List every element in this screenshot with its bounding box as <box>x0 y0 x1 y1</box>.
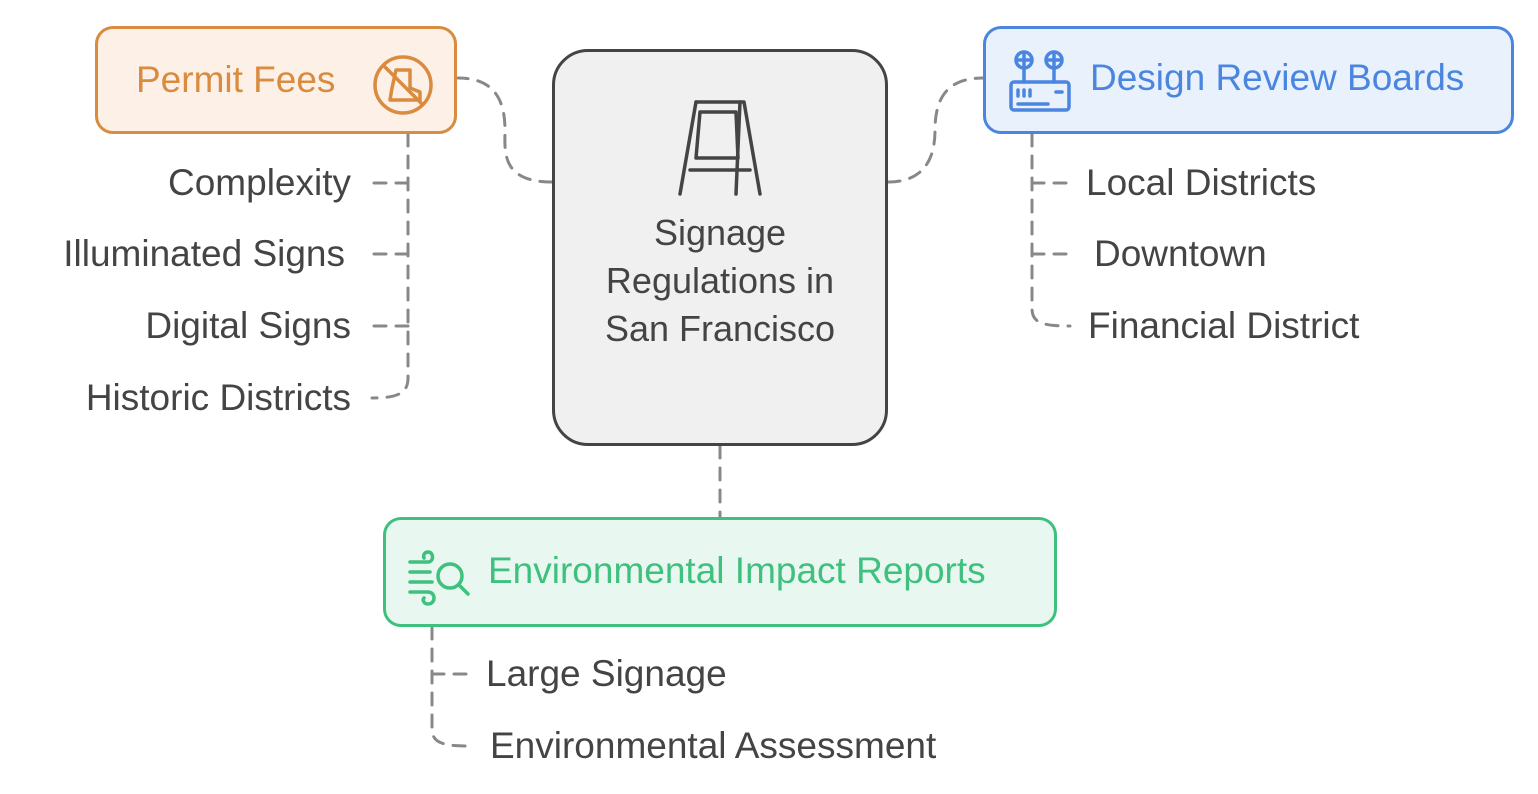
leaf-local-districts: Local Districts <box>1086 162 1317 203</box>
control-board-icon <box>1008 50 1072 119</box>
connector-env-spine <box>430 625 472 748</box>
connector-center-design <box>886 76 985 184</box>
a-frame-sign-icon <box>678 98 762 201</box>
no-boot-icon <box>372 54 434 121</box>
center-node: Signage Regulations in San Francisco <box>552 49 888 446</box>
connector-permit-spine <box>370 132 410 400</box>
wind-search-icon <box>406 542 472 611</box>
leaf-environmental-assessment: Environmental Assessment <box>490 725 937 766</box>
permit-fees-label: Permit Fees <box>136 59 336 100</box>
environmental-node: Environmental Impact Reports <box>383 517 1057 627</box>
leaf-large-signage: Large Signage <box>486 653 727 694</box>
leaf-illuminated-signs: Illuminated Signs <box>63 233 345 274</box>
leaf-complexity: Complexity <box>168 162 351 203</box>
design-review-node: Design Review Boards <box>983 26 1514 134</box>
connector-center-permit <box>456 76 554 184</box>
permit-fees-node: Permit Fees <box>95 26 457 134</box>
leaf-financial-district: Financial District <box>1088 305 1360 346</box>
environmental-label: Environmental Impact Reports <box>488 550 986 591</box>
leaf-digital-signs: Digital Signs <box>145 305 351 346</box>
center-title: Signage Regulations in San Francisco <box>604 212 836 349</box>
leaf-downtown: Downtown <box>1094 233 1267 274</box>
design-review-label: Design Review Boards <box>1090 57 1465 98</box>
leaf-historic-districts: Historic Districts <box>85 377 351 418</box>
connector-design-spine <box>1030 132 1072 328</box>
